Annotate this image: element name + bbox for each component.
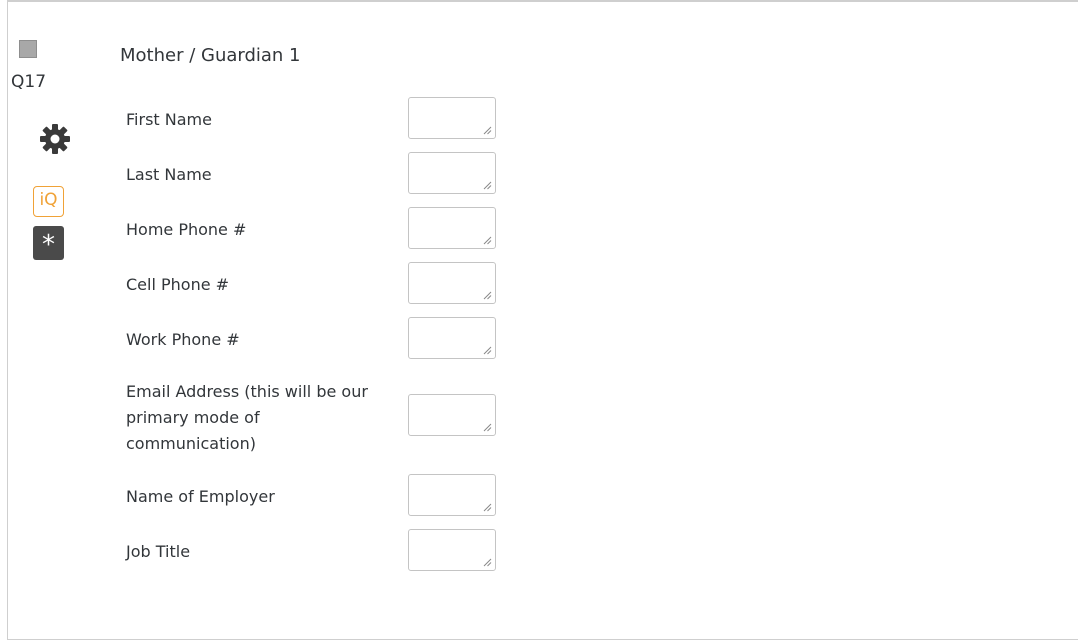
required-icon[interactable]: * — [33, 226, 64, 260]
field-label: Job Title — [126, 542, 191, 561]
resize-grip-icon[interactable] — [483, 126, 492, 135]
select-checkbox[interactable] — [19, 40, 37, 58]
resize-grip-icon[interactable] — [483, 291, 492, 300]
resize-grip-icon[interactable] — [483, 423, 492, 432]
text-entry-field[interactable] — [408, 317, 496, 359]
resize-grip-icon[interactable] — [483, 558, 492, 567]
text-entry-field[interactable] — [408, 262, 496, 304]
resize-grip-icon[interactable] — [483, 346, 492, 355]
text-entry-field[interactable] — [408, 97, 496, 139]
text-entry-field[interactable] — [408, 152, 496, 194]
resize-grip-icon[interactable] — [483, 181, 492, 190]
question-number: Q17 — [11, 72, 47, 92]
field-label: Home Phone # — [126, 220, 247, 239]
question-title: Mother / Guardian 1 — [120, 45, 301, 66]
question-card: Q17 iQ * Mother / Guardian 1 First Name … — [7, 0, 1078, 640]
field-label: Cell Phone # — [126, 275, 230, 294]
iq-icon[interactable]: iQ — [33, 186, 64, 217]
field-label: Last Name — [126, 165, 212, 184]
question-sidebar: Q17 iQ * — [8, 2, 98, 639]
resize-grip-icon[interactable] — [483, 236, 492, 245]
field-label: Work Phone # — [126, 330, 240, 349]
text-entry-field[interactable] — [408, 207, 496, 249]
field-label: First Name — [126, 110, 212, 129]
field-label: Name of Employer — [126, 487, 275, 506]
field-label: Email Address (this will be our primary … — [126, 382, 368, 453]
gear-icon[interactable] — [38, 122, 72, 156]
resize-grip-icon[interactable] — [483, 503, 492, 512]
text-entry-field[interactable] — [408, 394, 496, 436]
text-entry-field[interactable] — [408, 474, 496, 516]
text-entry-field[interactable] — [408, 529, 496, 571]
